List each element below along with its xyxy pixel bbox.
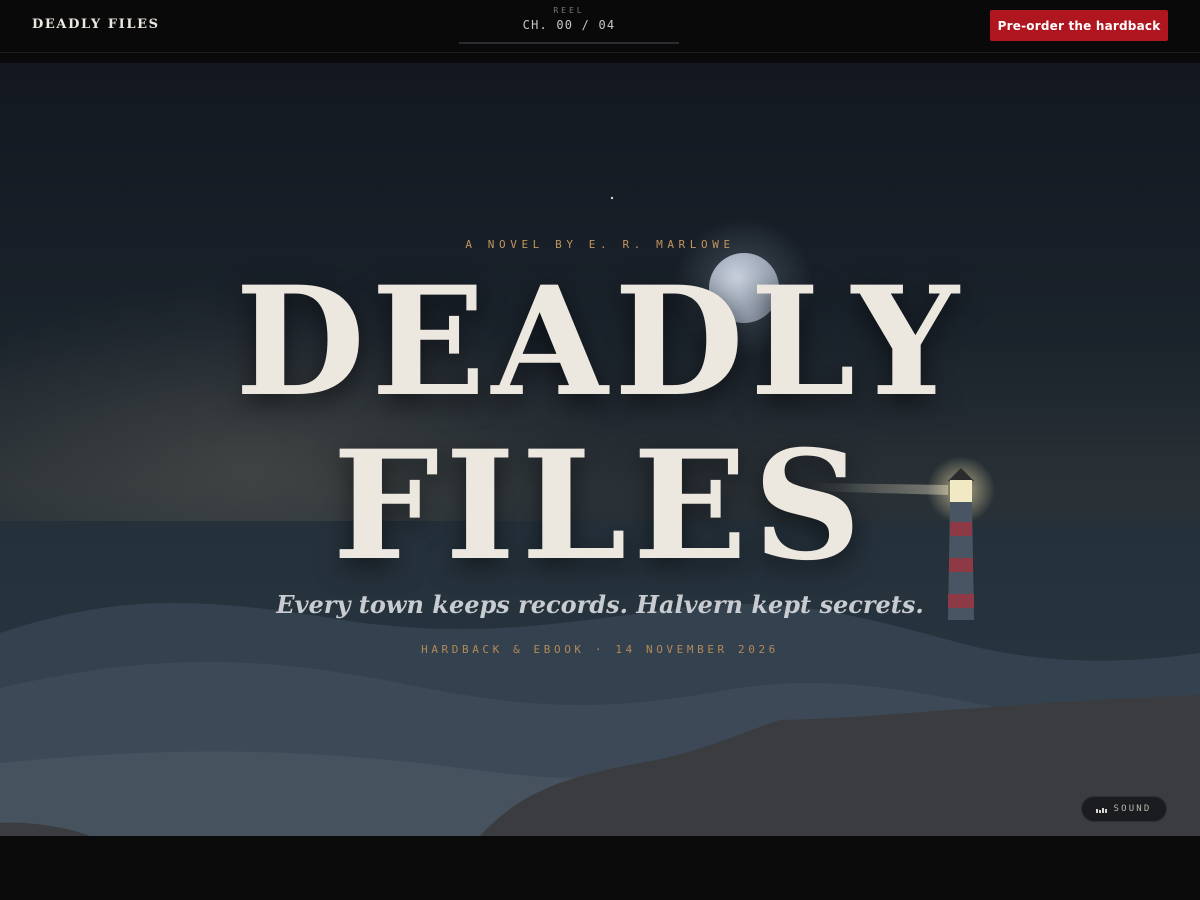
hero-text: A NOVEL BY E. R. MARLOWE DEADLY FILES Ev… (0, 63, 1200, 836)
preorder-button[interactable]: Pre-order the hardback (990, 10, 1168, 41)
title-line-1: DEADLY (235, 254, 965, 430)
reel-chapter: CH. 00 / 04 (522, 18, 616, 32)
tagline: Every town keeps records. Halvern kept s… (276, 590, 924, 619)
author-byline: A NOVEL BY E. R. MARLOWE (465, 238, 735, 251)
release-info: HARDBACK & EBOOK · 14 NOVEMBER 2026 (421, 643, 779, 656)
sound-bars-icon (1096, 805, 1108, 813)
hero-section: A NOVEL BY E. R. MARLOWE DEADLY FILES Ev… (0, 63, 1200, 836)
sound-toggle-button[interactable]: SOUND (1081, 796, 1167, 822)
brand-logo[interactable]: DEADLY FILES (32, 17, 160, 32)
reel-indicator: REEL CH. 00 / 04 (459, 6, 679, 44)
top-bar: DEADLY FILES REEL CH. 00 / 04 Pre-order … (0, 0, 1200, 53)
sound-label: SOUND (1113, 804, 1152, 814)
reel-label: REEL (553, 6, 585, 15)
title-line-2: FILES (332, 418, 868, 594)
